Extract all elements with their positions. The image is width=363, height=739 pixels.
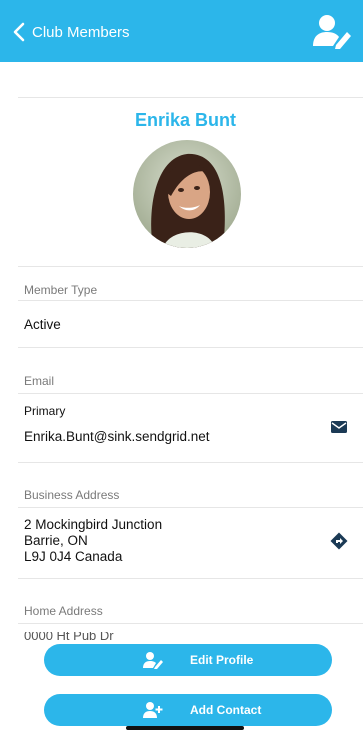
edit-user-icon[interactable] bbox=[311, 12, 353, 50]
business-address-label: Business Address bbox=[24, 488, 120, 502]
divider bbox=[18, 347, 363, 348]
divider bbox=[18, 623, 363, 624]
member-type-label: Member Type bbox=[24, 283, 98, 297]
directions-icon[interactable] bbox=[330, 532, 348, 550]
email-label: Email bbox=[24, 374, 55, 388]
divider bbox=[18, 393, 363, 394]
business-address-line2: Barrie, ON bbox=[24, 533, 88, 548]
divider bbox=[18, 300, 363, 301]
member-detail-content[interactable]: Enrika Bunt Member Type Active Email Pri… bbox=[8, 62, 363, 739]
member-type-value: Active bbox=[24, 317, 61, 332]
chevron-left-icon bbox=[13, 22, 25, 42]
email-primary-label: Primary bbox=[24, 404, 66, 418]
profile-photo bbox=[133, 140, 241, 248]
back-button[interactable]: Club Members bbox=[12, 20, 130, 44]
add-user-icon bbox=[143, 702, 163, 718]
divider bbox=[18, 97, 363, 98]
add-contact-button[interactable]: Add Contact bbox=[44, 694, 332, 726]
home-address-label: Home Address bbox=[24, 604, 103, 618]
member-name: Enrika Bunt bbox=[134, 110, 236, 130]
divider bbox=[18, 507, 363, 508]
avatar bbox=[133, 140, 241, 248]
navigation-bar: Club Members bbox=[0, 0, 363, 62]
edit-profile-label: Edit Profile bbox=[190, 653, 254, 667]
edit-user-icon bbox=[143, 652, 163, 669]
business-address-line3: L9J 0J4 Canada bbox=[24, 549, 123, 564]
add-contact-label: Add Contact bbox=[190, 703, 262, 717]
edit-profile-button[interactable]: Edit Profile bbox=[44, 644, 332, 676]
divider bbox=[18, 266, 363, 267]
email-value[interactable]: Enrika.Bunt@sink.sendgrid.net bbox=[24, 429, 210, 445]
back-label: Club Members bbox=[32, 23, 130, 41]
business-address-line1: 2 Mockingbird Junction bbox=[24, 517, 163, 532]
divider bbox=[18, 578, 363, 579]
envelope-icon[interactable] bbox=[330, 418, 348, 436]
home-address-partial-line: 0000 Ht Pub Dr bbox=[24, 632, 114, 641]
home-indicator bbox=[126, 726, 244, 730]
divider bbox=[18, 462, 363, 463]
